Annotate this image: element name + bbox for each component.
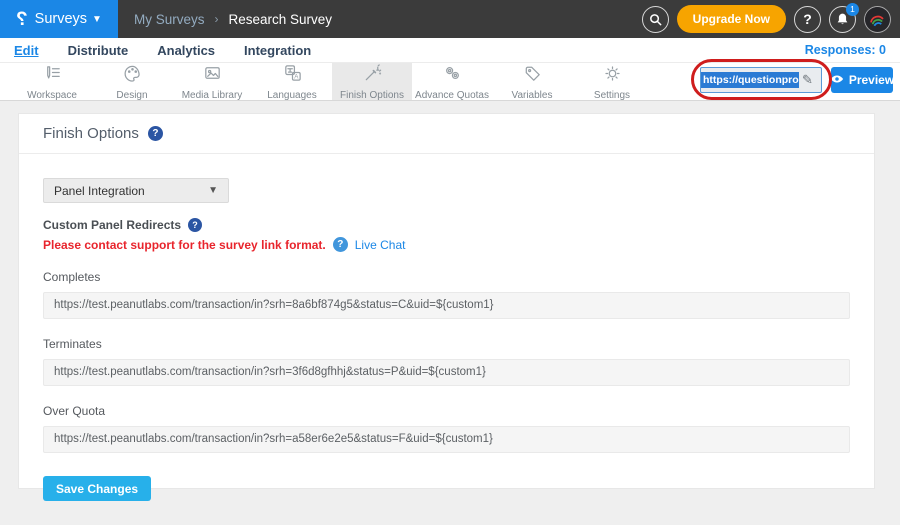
responses-count[interactable]: Responses: 0 <box>805 43 886 57</box>
questionpro-logo-icon: ? <box>16 10 28 29</box>
magic-wand-icon <box>362 63 383 89</box>
tab-edit[interactable]: Edit <box>14 43 39 58</box>
over-quota-label: Over Quota <box>43 404 850 418</box>
chain-link-icon <box>442 63 463 89</box>
translate-icon: A <box>282 63 303 89</box>
breadcrumb-separator: › <box>215 12 219 26</box>
user-avatar[interactable] <box>864 6 891 33</box>
tab-integration[interactable]: Integration <box>244 43 311 58</box>
help-button[interactable]: ? <box>794 6 821 33</box>
upgrade-now-button[interactable]: Upgrade Now <box>677 5 786 33</box>
topbar-actions: Upgrade Now ? 1 <box>642 5 900 33</box>
notifications-button[interactable]: 1 <box>829 6 856 33</box>
surveys-product-menu[interactable]: ? Surveys ▼ <box>0 0 118 38</box>
tab-analytics[interactable]: Analytics <box>157 43 215 58</box>
svg-text:A: A <box>294 73 299 80</box>
breadcrumb-my-surveys[interactable]: My Surveys <box>134 12 205 27</box>
finish-type-dropdown[interactable]: Panel Integration ▼ <box>43 178 229 203</box>
selected-url-text: https://questionpro.com/t/A <box>701 72 799 88</box>
search-button[interactable] <box>642 6 669 33</box>
toolbar-item-workspace[interactable]: Workspace <box>12 63 92 100</box>
toolbar-item-design[interactable]: Design <box>92 63 172 100</box>
toolbar-item-variables[interactable]: Variables <box>492 63 572 100</box>
terminates-url-input[interactable]: https://test.peanutlabs.com/transaction/… <box>43 359 850 386</box>
custom-panel-redirects-row: Custom Panel Redirects ? <box>43 218 850 232</box>
palette-icon <box>122 63 143 89</box>
section-label: Custom Panel Redirects <box>43 218 181 232</box>
toolbar-item-settings[interactable]: Settings <box>572 63 652 100</box>
search-icon <box>648 12 663 27</box>
terminates-label: Terminates <box>43 337 850 351</box>
live-chat-help-icon[interactable]: ? <box>333 237 348 252</box>
workspace-icon <box>42 63 63 89</box>
toolbar-item-media-library[interactable]: Media Library <box>172 63 252 100</box>
top-bar: ? Surveys ▼ My Surveys › Research Survey… <box>0 0 900 38</box>
finish-options-panel: Finish Options ? Panel Integration ▼ Cus… <box>18 113 875 489</box>
tag-icon <box>522 63 543 89</box>
image-icon <box>202 63 223 89</box>
notification-count-badge: 1 <box>846 3 859 16</box>
support-note-text: Please contact support for the survey li… <box>43 238 326 252</box>
eye-icon <box>830 73 844 87</box>
question-mark-icon: ? <box>803 11 812 27</box>
preview-button[interactable]: Preview <box>831 67 893 93</box>
chevron-down-icon: ▼ <box>92 14 102 25</box>
edit-pencil-icon[interactable]: ✎ <box>802 72 813 88</box>
toolbar-item-finish-options[interactable]: Finish Options <box>332 63 412 100</box>
finish-options-help-icon[interactable]: ? <box>148 126 163 141</box>
tab-distribute[interactable]: Distribute <box>68 43 129 58</box>
over-quota-url-input[interactable]: https://test.peanutlabs.com/transaction/… <box>43 426 850 453</box>
survey-nav: Edit Distribute Analytics Integration Re… <box>0 38 900 62</box>
support-note-row: Please contact support for the survey li… <box>43 237 850 252</box>
completes-url-input[interactable]: https://test.peanutlabs.com/transaction/… <box>43 292 850 319</box>
completes-label: Completes <box>43 270 850 284</box>
breadcrumb: My Surveys › Research Survey <box>134 12 332 27</box>
page-title: Finish Options <box>43 125 139 142</box>
product-label: Surveys <box>35 11 87 27</box>
panel-body: Panel Integration ▼ Custom Panel Redirec… <box>19 154 874 525</box>
section-help-icon[interactable]: ? <box>188 218 202 232</box>
dropdown-caret-icon: ▼ <box>208 185 218 196</box>
survey-url-input[interactable]: https://questionpro.com/t/A ✎ <box>700 67 822 93</box>
breadcrumb-current-survey: Research Survey <box>229 12 333 27</box>
panel-header: Finish Options ? <box>19 114 874 154</box>
gear-icon <box>602 63 623 89</box>
toolbar-item-languages[interactable]: A Languages <box>252 63 332 100</box>
toolbar-item-advance-quotas[interactable]: Advance Quotas <box>412 63 492 100</box>
live-chat-link[interactable]: Live Chat <box>355 238 406 252</box>
save-changes-button[interactable]: Save Changes <box>43 476 151 501</box>
dropdown-selected-value: Panel Integration <box>54 184 145 198</box>
